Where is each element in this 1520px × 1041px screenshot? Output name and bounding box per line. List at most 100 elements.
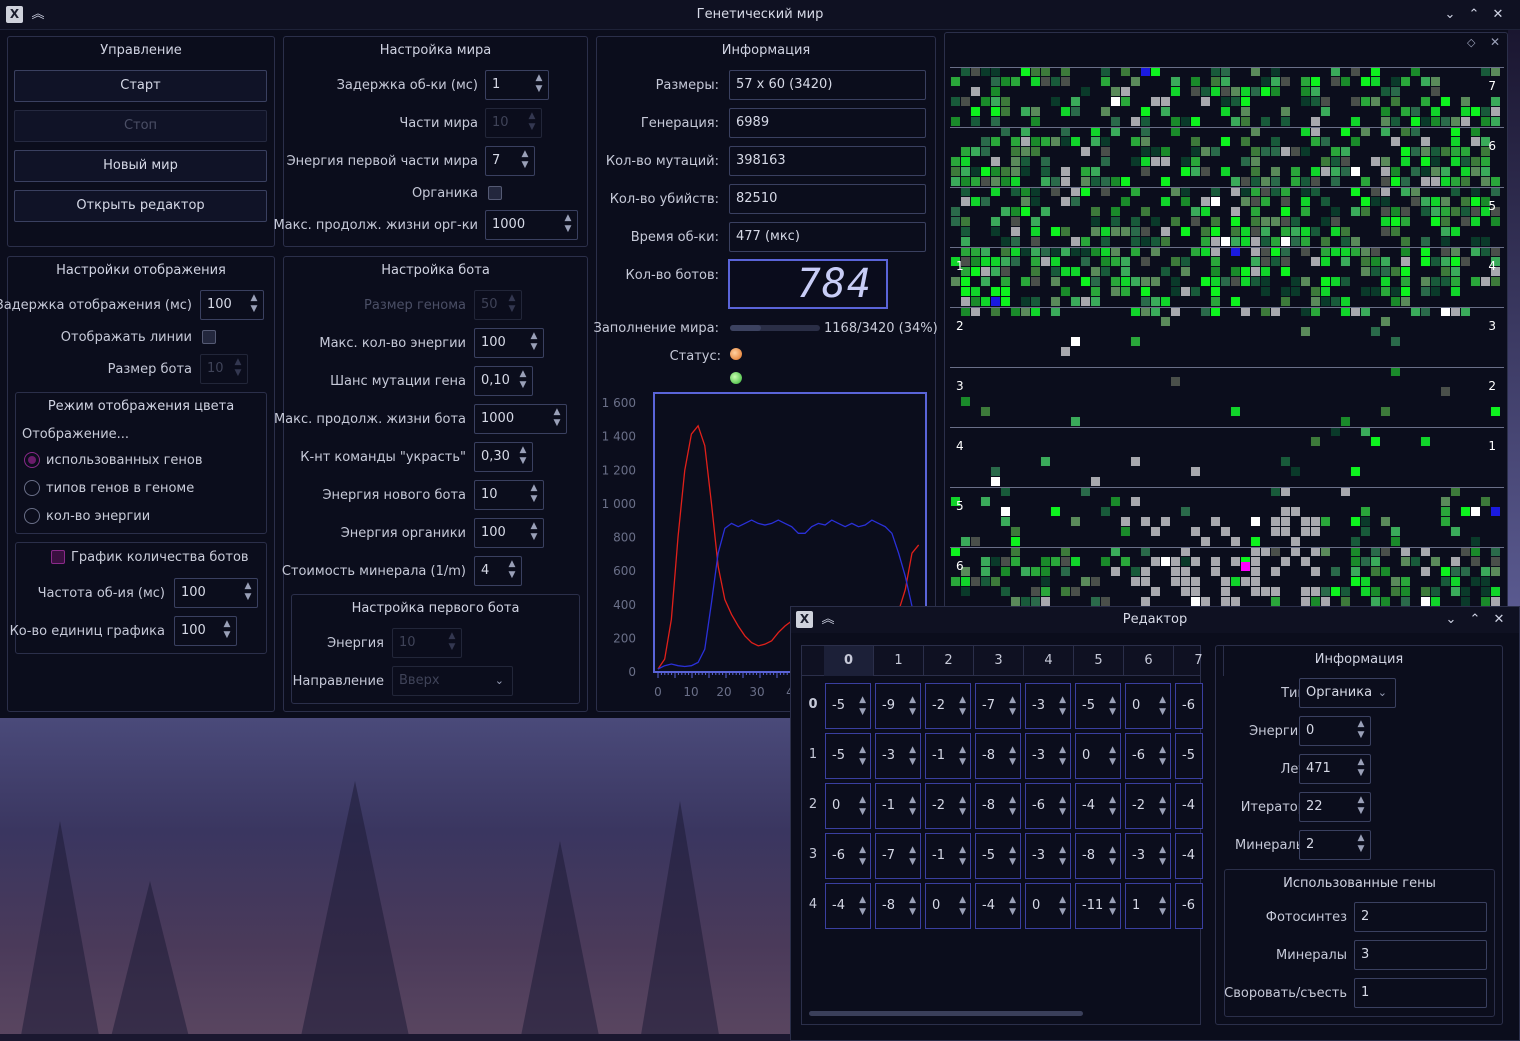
bot-cell[interactable] [1251,557,1260,566]
genome-cell-spinbox[interactable]: -2 ▲ ▼ [1125,783,1171,829]
bot-cell[interactable] [1001,287,1010,296]
bot-cell[interactable] [1461,197,1470,206]
bot-cell[interactable] [1031,137,1040,146]
bot-cell[interactable] [1281,187,1290,196]
bot-cell[interactable] [1191,207,1200,216]
bot-cell[interactable] [1241,157,1250,166]
bot-cell[interactable] [1281,287,1290,296]
bot-cell[interactable] [1161,517,1170,526]
bot-cell[interactable] [1281,217,1290,226]
bot-cell[interactable] [1461,587,1470,596]
bot-cell[interactable] [1141,127,1150,136]
bot-cell[interactable] [1301,247,1310,256]
bot-cell[interactable] [1331,147,1340,156]
bot-cell[interactable] [1171,217,1180,226]
genome-cell-spinbox[interactable]: -6 [1175,883,1203,929]
bot-cell[interactable] [1001,207,1010,216]
bot-cell[interactable] [1151,157,1160,166]
bot-cell[interactable] [1141,147,1150,156]
bot-cell[interactable] [1141,307,1150,316]
bot-cell[interactable] [1201,237,1210,246]
spin-arrows-icon[interactable]: ▲ ▼ [1159,894,1166,918]
editor-title-bar[interactable]: X ︽ Редактор ⌄ ⌃ ✕ [791,607,1519,633]
bot-cell[interactable] [1271,87,1280,96]
bot-cell[interactable] [1361,267,1370,276]
bot-cell[interactable] [1401,277,1410,286]
bot-cell[interactable] [1381,517,1390,526]
used-minerals-field[interactable]: 3 [1354,940,1487,970]
bot-cell[interactable] [991,187,1000,196]
bot-cell[interactable] [1071,107,1080,116]
bot-cell[interactable] [1031,567,1040,576]
bot-cell[interactable] [981,177,990,186]
bot-cell[interactable] [1161,237,1170,246]
bot-cell[interactable] [1061,167,1070,176]
bot-cell[interactable] [1101,187,1110,196]
spin-arrows-icon[interactable]: ▲ ▼ [909,844,916,868]
bot-cell[interactable] [1211,517,1220,526]
bot-cell[interactable] [1281,117,1290,126]
bot-cell[interactable] [1361,127,1370,136]
bot-type-select[interactable]: Органика ⌄ [1299,678,1396,708]
bot-cell[interactable] [1241,577,1250,586]
bot-cell[interactable] [1391,207,1400,216]
bot-cell[interactable] [1401,147,1410,156]
bot-cell[interactable] [961,217,970,226]
bot-cell[interactable] [1091,207,1100,216]
bot-cell[interactable] [1271,257,1280,266]
bot-cell[interactable] [1031,217,1040,226]
genome-col-header[interactable]: 3 [974,646,1024,676]
new-world-button[interactable]: Новый мир [14,150,267,182]
bot-cell[interactable] [1401,237,1410,246]
bot-cell[interactable] [1111,567,1120,576]
bot-cell[interactable] [1461,207,1470,216]
bot-cell[interactable] [1051,297,1060,306]
genome-cell-spinbox[interactable]: 0 ▲ ▼ [1025,883,1071,929]
bot-cell[interactable] [1061,587,1070,596]
bot-cell[interactable] [1061,347,1070,356]
bot-cell[interactable] [1391,117,1400,126]
bot-cell[interactable] [1181,157,1190,166]
bot-cell[interactable] [1261,267,1270,276]
genome-cell-spinbox[interactable]: -7 ▲ ▼ [875,833,921,879]
mutation-chance-spinbox[interactable]: 0,10 ▲ ▼ [474,366,533,396]
bot-cell[interactable] [1021,307,1030,316]
bot-cell[interactable] [1081,237,1090,246]
bot-cell[interactable] [1091,177,1100,186]
bot-cell[interactable] [1221,77,1230,86]
bot-cell[interactable] [971,307,980,316]
bot-cell[interactable] [1081,577,1090,586]
bot-cell[interactable] [1171,187,1180,196]
bot-cell[interactable] [1291,277,1300,286]
bot-cell[interactable] [991,177,1000,186]
bot-cell[interactable] [1041,67,1050,76]
close-icon[interactable]: ✕ [1488,5,1508,25]
bot-cell[interactable] [1321,587,1330,596]
bot-cell[interactable] [1261,257,1270,266]
bot-cell[interactable] [1271,587,1280,596]
bot-cell[interactable] [1291,537,1300,546]
bot-cell[interactable] [1361,587,1370,596]
bot-cell[interactable] [1181,567,1190,576]
bot-cell[interactable] [1051,277,1060,286]
bot-cell[interactable] [1481,117,1490,126]
bot-cell[interactable] [1151,147,1160,156]
bot-cell[interactable] [1241,177,1250,186]
bot-cell[interactable] [1061,547,1070,556]
bot-cell[interactable] [1111,177,1120,186]
bot-cell[interactable] [1271,517,1280,526]
bot-cell[interactable] [1121,227,1130,236]
bot-cell[interactable] [1271,237,1280,246]
bot-cell[interactable] [961,197,970,206]
bot-cell[interactable] [1171,87,1180,96]
bot-cell[interactable] [1011,247,1020,256]
bot-cell[interactable] [1021,147,1030,156]
bot-cell[interactable] [1381,317,1390,326]
bot-cell[interactable] [1291,547,1300,556]
bot-cell[interactable] [1101,247,1110,256]
bot-cell[interactable] [1191,157,1200,166]
bot-cell[interactable] [1191,87,1200,96]
bot-cell[interactable] [1251,247,1260,256]
bot-cell[interactable] [951,97,960,106]
bot-cell[interactable] [1291,227,1300,236]
